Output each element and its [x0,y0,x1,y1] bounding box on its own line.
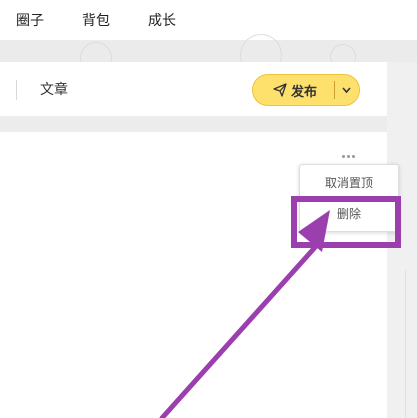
annotation-arrow [159,210,330,418]
arrow-shaft [159,241,321,418]
